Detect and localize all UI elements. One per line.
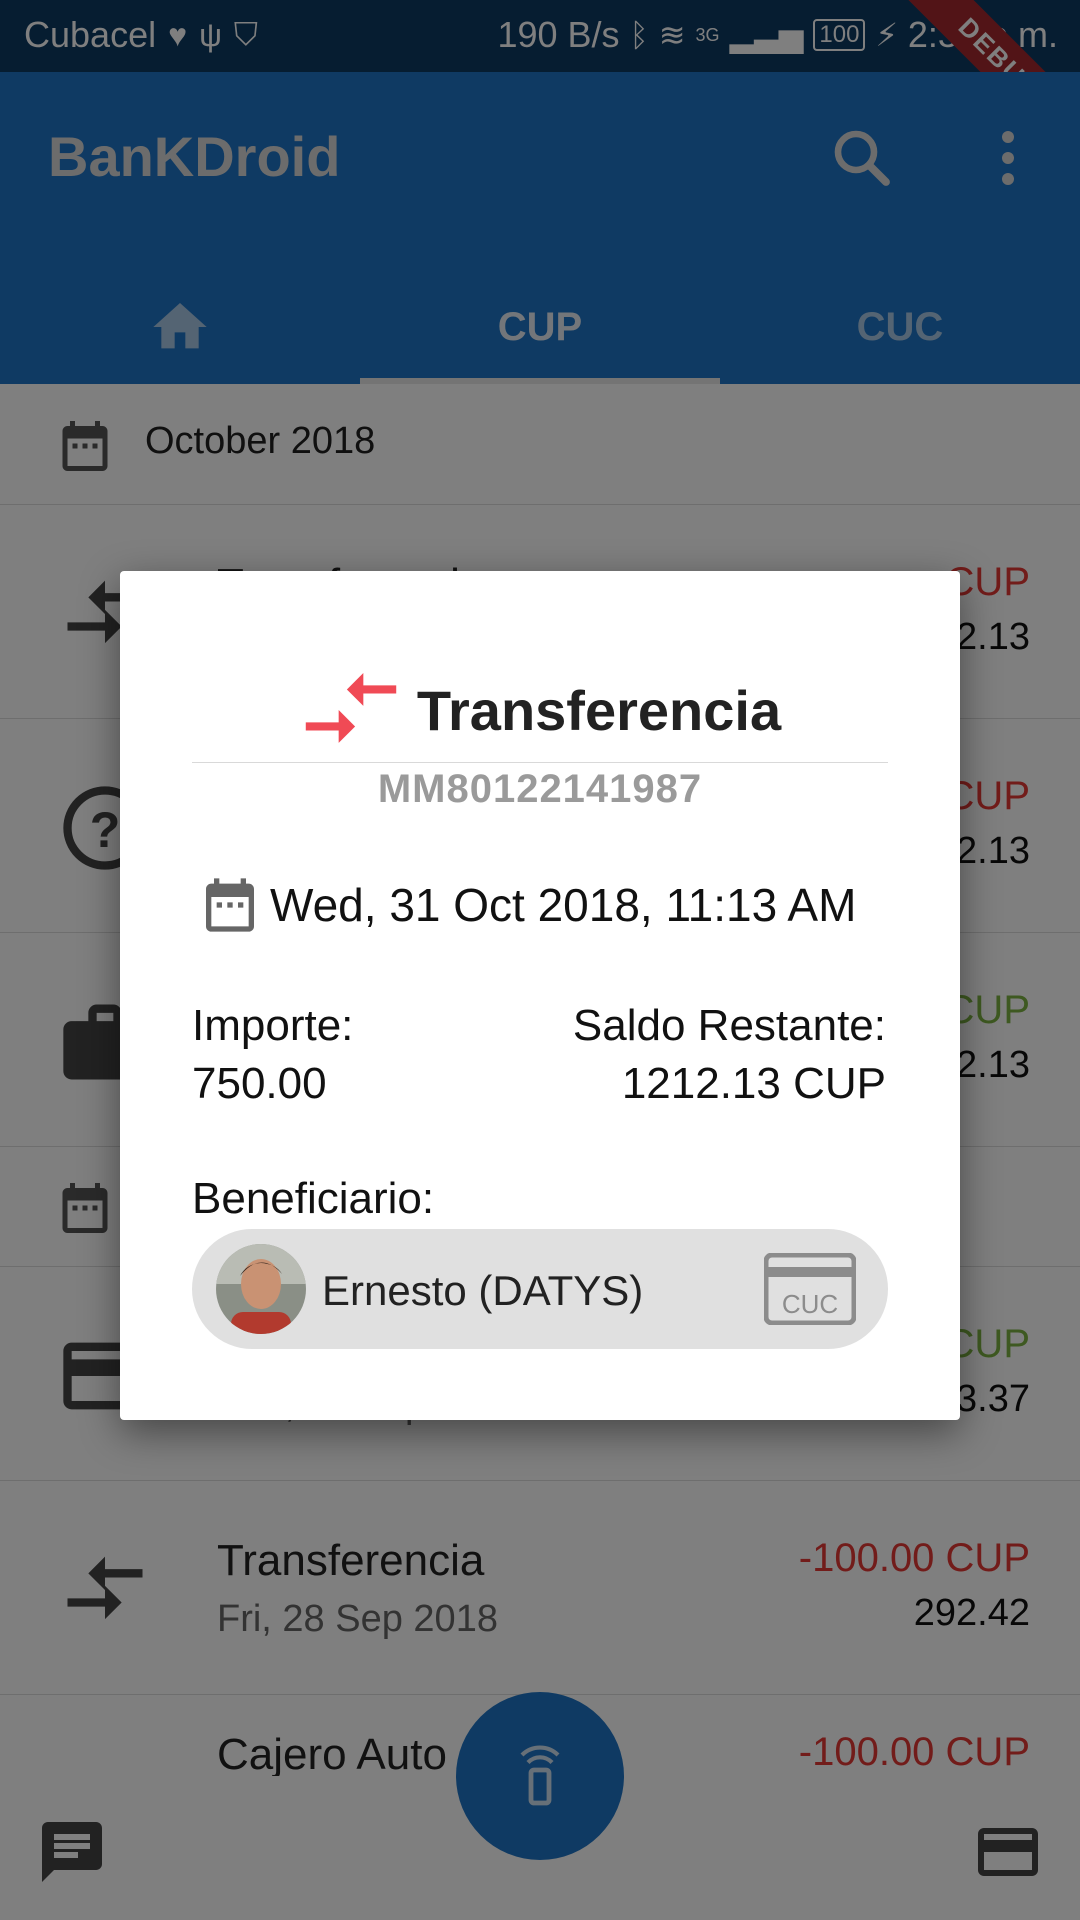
remaining-balance-label: Saldo Restante:: [572, 1001, 886, 1050]
amount-label: Importe:: [192, 1001, 354, 1050]
transaction-date-row: Wed, 31 Oct 2018, 11:13 AM: [198, 871, 856, 939]
avatar: [216, 1244, 306, 1334]
transaction-reference: MM80122141987: [377, 767, 703, 811]
beneficiary-label: Beneficiario:: [192, 1174, 435, 1223]
card-currency-label: CUC: [782, 1289, 838, 1319]
transaction-detail-dialog: Transferencia MM80122141987 Wed, 31 Oct …: [120, 571, 960, 1420]
calendar-icon: [206, 878, 254, 932]
beneficiary-chip[interactable]: Ernesto (DATYS) CUC: [192, 1229, 888, 1349]
beneficiary-name: Ernesto (DATYS): [322, 1267, 644, 1314]
dialog-title: Transferencia: [416, 678, 782, 742]
divider: [192, 762, 888, 763]
transfer-icon: [305, 673, 397, 743]
credit-card-icon: CUC: [764, 1253, 856, 1325]
dialog-header: Transferencia: [120, 665, 960, 755]
remaining-balance-value: 1212.13 CUP: [621, 1059, 886, 1108]
amount-value: 750.00: [192, 1059, 327, 1108]
transaction-date: Wed, 31 Oct 2018, 11:13 AM: [270, 879, 857, 931]
